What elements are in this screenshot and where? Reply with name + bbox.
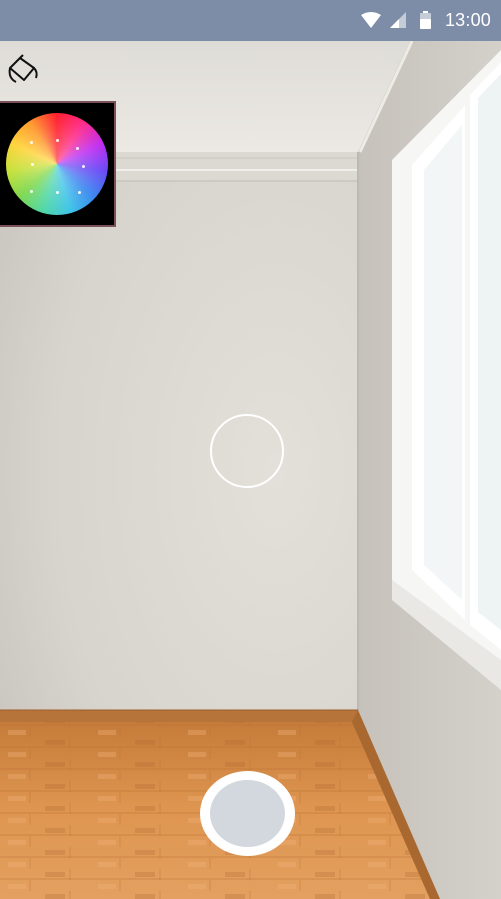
- color-swatch-dot[interactable]: [56, 191, 59, 194]
- color-wheel-palette[interactable]: [0, 101, 116, 227]
- cell-signal-icon: [390, 12, 406, 28]
- color-swatch-dot[interactable]: [30, 190, 33, 193]
- color-swatch-dot[interactable]: [30, 141, 33, 144]
- color-swatch-dot[interactable]: [82, 165, 85, 168]
- color-swatch-dot[interactable]: [31, 163, 34, 166]
- color-wheel[interactable]: [6, 113, 108, 215]
- status-bar: 13:00: [0, 0, 501, 41]
- status-time: 13:00: [444, 10, 491, 30]
- selected-color-preview: [210, 780, 285, 847]
- wifi-icon: [361, 12, 381, 28]
- paint-bucket-icon[interactable]: [6, 52, 40, 86]
- target-reticle: [210, 414, 284, 488]
- color-wheel-center-fade: [6, 113, 108, 215]
- battery-icon: [420, 11, 431, 29]
- color-swatch-dot[interactable]: [76, 147, 79, 150]
- capture-button[interactable]: [200, 771, 295, 856]
- color-swatch-dot[interactable]: [78, 191, 81, 194]
- color-swatch-dot[interactable]: [56, 139, 59, 142]
